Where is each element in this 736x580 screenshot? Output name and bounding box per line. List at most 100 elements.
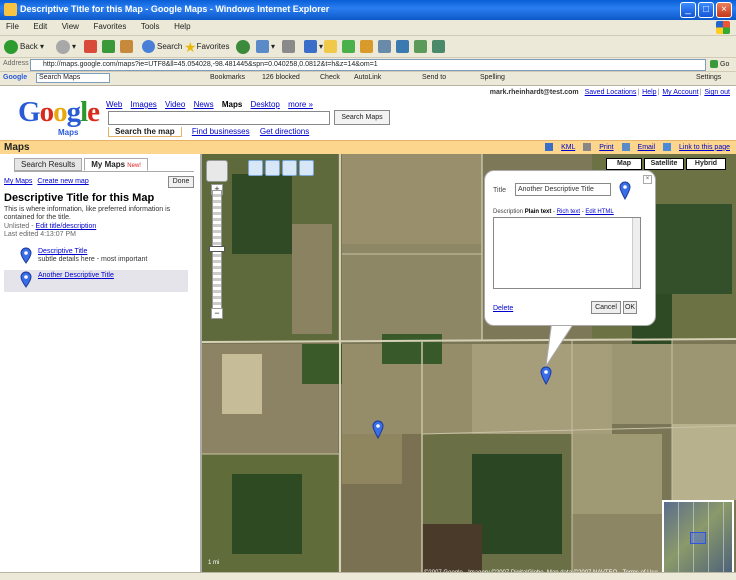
close-button[interactable]: × bbox=[716, 2, 732, 18]
line-tool-icon[interactable] bbox=[282, 160, 297, 176]
spelling-button[interactable]: Spelling bbox=[480, 74, 505, 81]
favorites-button[interactable]: ★Favorites bbox=[184, 39, 229, 55]
cancel-button[interactable]: Cancel bbox=[591, 301, 621, 314]
toolbar-search-input[interactable]: Search Maps bbox=[36, 73, 110, 83]
rich-text-link[interactable]: Rich text bbox=[557, 209, 580, 215]
research-button[interactable] bbox=[360, 39, 375, 55]
email-link[interactable]: Email bbox=[638, 144, 656, 151]
my-maps-link[interactable]: My Maps bbox=[4, 178, 32, 185]
maximize-button[interactable]: □ bbox=[698, 2, 714, 18]
hand-tool-icon[interactable] bbox=[248, 160, 263, 176]
zoom-out-button[interactable]: − bbox=[211, 308, 223, 319]
go-button[interactable]: Go bbox=[710, 59, 734, 71]
link-to-page[interactable]: Link to this page bbox=[679, 144, 730, 151]
folder-button[interactable] bbox=[324, 39, 339, 55]
check-button[interactable]: Check bbox=[320, 74, 340, 81]
zoom-slider-handle[interactable] bbox=[209, 246, 225, 252]
edit-button[interactable]: ▾ bbox=[304, 39, 323, 55]
placemark-item[interactable]: Descriptive Title subtle details here - … bbox=[4, 246, 188, 268]
menu-favorites[interactable]: Favorites bbox=[87, 20, 132, 31]
title-label: Title bbox=[493, 187, 506, 194]
ok-button[interactable]: OK bbox=[623, 301, 637, 314]
google-logo[interactable]: Google bbox=[18, 96, 100, 128]
tab-my-maps[interactable]: My Maps New! bbox=[84, 158, 148, 171]
send-to-button[interactable]: Send to bbox=[422, 74, 446, 81]
saved-locations-link[interactable]: Saved Locations bbox=[585, 89, 637, 96]
placemark-style-icon[interactable] bbox=[619, 181, 631, 201]
tool-button-3[interactable] bbox=[414, 39, 429, 55]
tab-divider bbox=[14, 171, 194, 172]
refresh-button[interactable] bbox=[102, 39, 117, 55]
shape-tool-icon[interactable] bbox=[299, 160, 314, 176]
autolink-button[interactable]: AutoLink bbox=[354, 74, 381, 81]
my-account-link[interactable]: My Account bbox=[662, 89, 698, 96]
bookmarks-button[interactable]: Bookmarks bbox=[210, 74, 245, 81]
pan-control[interactable] bbox=[206, 160, 228, 182]
title-input[interactable]: Another Descriptive Title bbox=[515, 183, 611, 196]
map-type-satellite[interactable]: Satellite bbox=[644, 158, 684, 170]
nav-video[interactable]: Video bbox=[165, 100, 185, 109]
magnifier-icon bbox=[142, 40, 155, 54]
print-link[interactable]: Print bbox=[599, 144, 613, 151]
map-placemark-icon[interactable] bbox=[372, 420, 384, 440]
history-button[interactable] bbox=[236, 39, 252, 55]
folder-icon bbox=[324, 40, 337, 54]
search-button[interactable]: Search bbox=[142, 39, 182, 55]
ie-icon bbox=[4, 3, 17, 16]
search-maps-button[interactable]: Search Maps bbox=[334, 110, 390, 125]
map-placemark-icon[interactable] bbox=[540, 366, 552, 386]
edit-title-link[interactable]: Edit title/description bbox=[36, 223, 97, 230]
menu-view[interactable]: View bbox=[56, 20, 85, 31]
placemark-item-selected[interactable]: Another Descriptive Title bbox=[4, 270, 188, 292]
menu-edit[interactable]: Edit bbox=[27, 20, 53, 31]
menu-help[interactable]: Help bbox=[168, 20, 196, 31]
placemark-title[interactable]: Another Descriptive Title bbox=[38, 272, 114, 279]
tab-find-businesses[interactable]: Find businesses bbox=[192, 127, 250, 136]
overview-viewport-box[interactable] bbox=[690, 532, 706, 544]
nav-images[interactable]: Images bbox=[131, 100, 157, 109]
create-new-map-link[interactable]: Create new map bbox=[37, 178, 88, 185]
tab-get-directions[interactable]: Get directions bbox=[260, 127, 309, 136]
logo-maps-label: Maps bbox=[58, 128, 79, 137]
satellite-map[interactable]: + − Map Satellite Hybrid × Title Another… bbox=[202, 154, 736, 580]
sign-out-link[interactable]: Sign out bbox=[704, 89, 730, 96]
menu-tools[interactable]: Tools bbox=[135, 20, 166, 31]
close-icon[interactable]: × bbox=[643, 175, 652, 184]
minimize-button[interactable]: _ bbox=[680, 2, 696, 18]
nav-more[interactable]: more » bbox=[288, 100, 313, 109]
settings-button[interactable]: Settings bbox=[696, 74, 721, 81]
tool-button-4[interactable] bbox=[432, 39, 447, 55]
overview-map[interactable] bbox=[662, 500, 734, 578]
plain-text-option[interactable]: Plain text bbox=[525, 209, 552, 215]
done-button[interactable]: Done bbox=[168, 176, 194, 188]
print-button[interactable] bbox=[282, 39, 297, 55]
my-maps-links: My Maps Create new map bbox=[4, 178, 92, 185]
help-link[interactable]: Help bbox=[642, 89, 656, 96]
messenger-button[interactable] bbox=[342, 39, 357, 55]
nav-web[interactable]: Web bbox=[106, 100, 122, 109]
description-textarea[interactable] bbox=[493, 217, 641, 289]
popup-blocked-button[interactable]: 126 blocked bbox=[262, 74, 300, 81]
mail-button[interactable]: ▾ bbox=[256, 39, 275, 55]
edit-html-link[interactable]: Edit HTML bbox=[585, 209, 613, 215]
forward-button[interactable]: ▾ bbox=[56, 39, 76, 55]
address-input[interactable]: http://maps.google.com/maps?ie=UTF8&ll=4… bbox=[30, 59, 706, 71]
tab-search-results[interactable]: Search Results bbox=[14, 158, 83, 171]
placemark-tool-icon[interactable] bbox=[265, 160, 280, 176]
textarea-scrollbar[interactable] bbox=[632, 218, 640, 288]
tool-button-2[interactable] bbox=[396, 39, 411, 55]
delete-link[interactable]: Delete bbox=[493, 305, 513, 312]
back-button[interactable]: Back ▾ bbox=[4, 39, 44, 55]
tab-search-the-map[interactable]: Search the map bbox=[108, 127, 182, 137]
placemark-title[interactable]: Descriptive Title bbox=[38, 248, 87, 255]
menu-file[interactable]: File bbox=[0, 20, 25, 31]
nav-news[interactable]: News bbox=[194, 100, 214, 109]
nav-desktop[interactable]: Desktop bbox=[251, 100, 280, 109]
maps-search-input[interactable] bbox=[108, 111, 330, 125]
home-button[interactable] bbox=[120, 39, 135, 55]
map-type-map[interactable]: Map bbox=[606, 158, 642, 170]
map-type-hybrid[interactable]: Hybrid bbox=[686, 158, 726, 170]
stop-button[interactable] bbox=[84, 39, 99, 55]
tool-button-1[interactable] bbox=[378, 39, 393, 55]
kml-link[interactable]: KML bbox=[561, 144, 575, 151]
